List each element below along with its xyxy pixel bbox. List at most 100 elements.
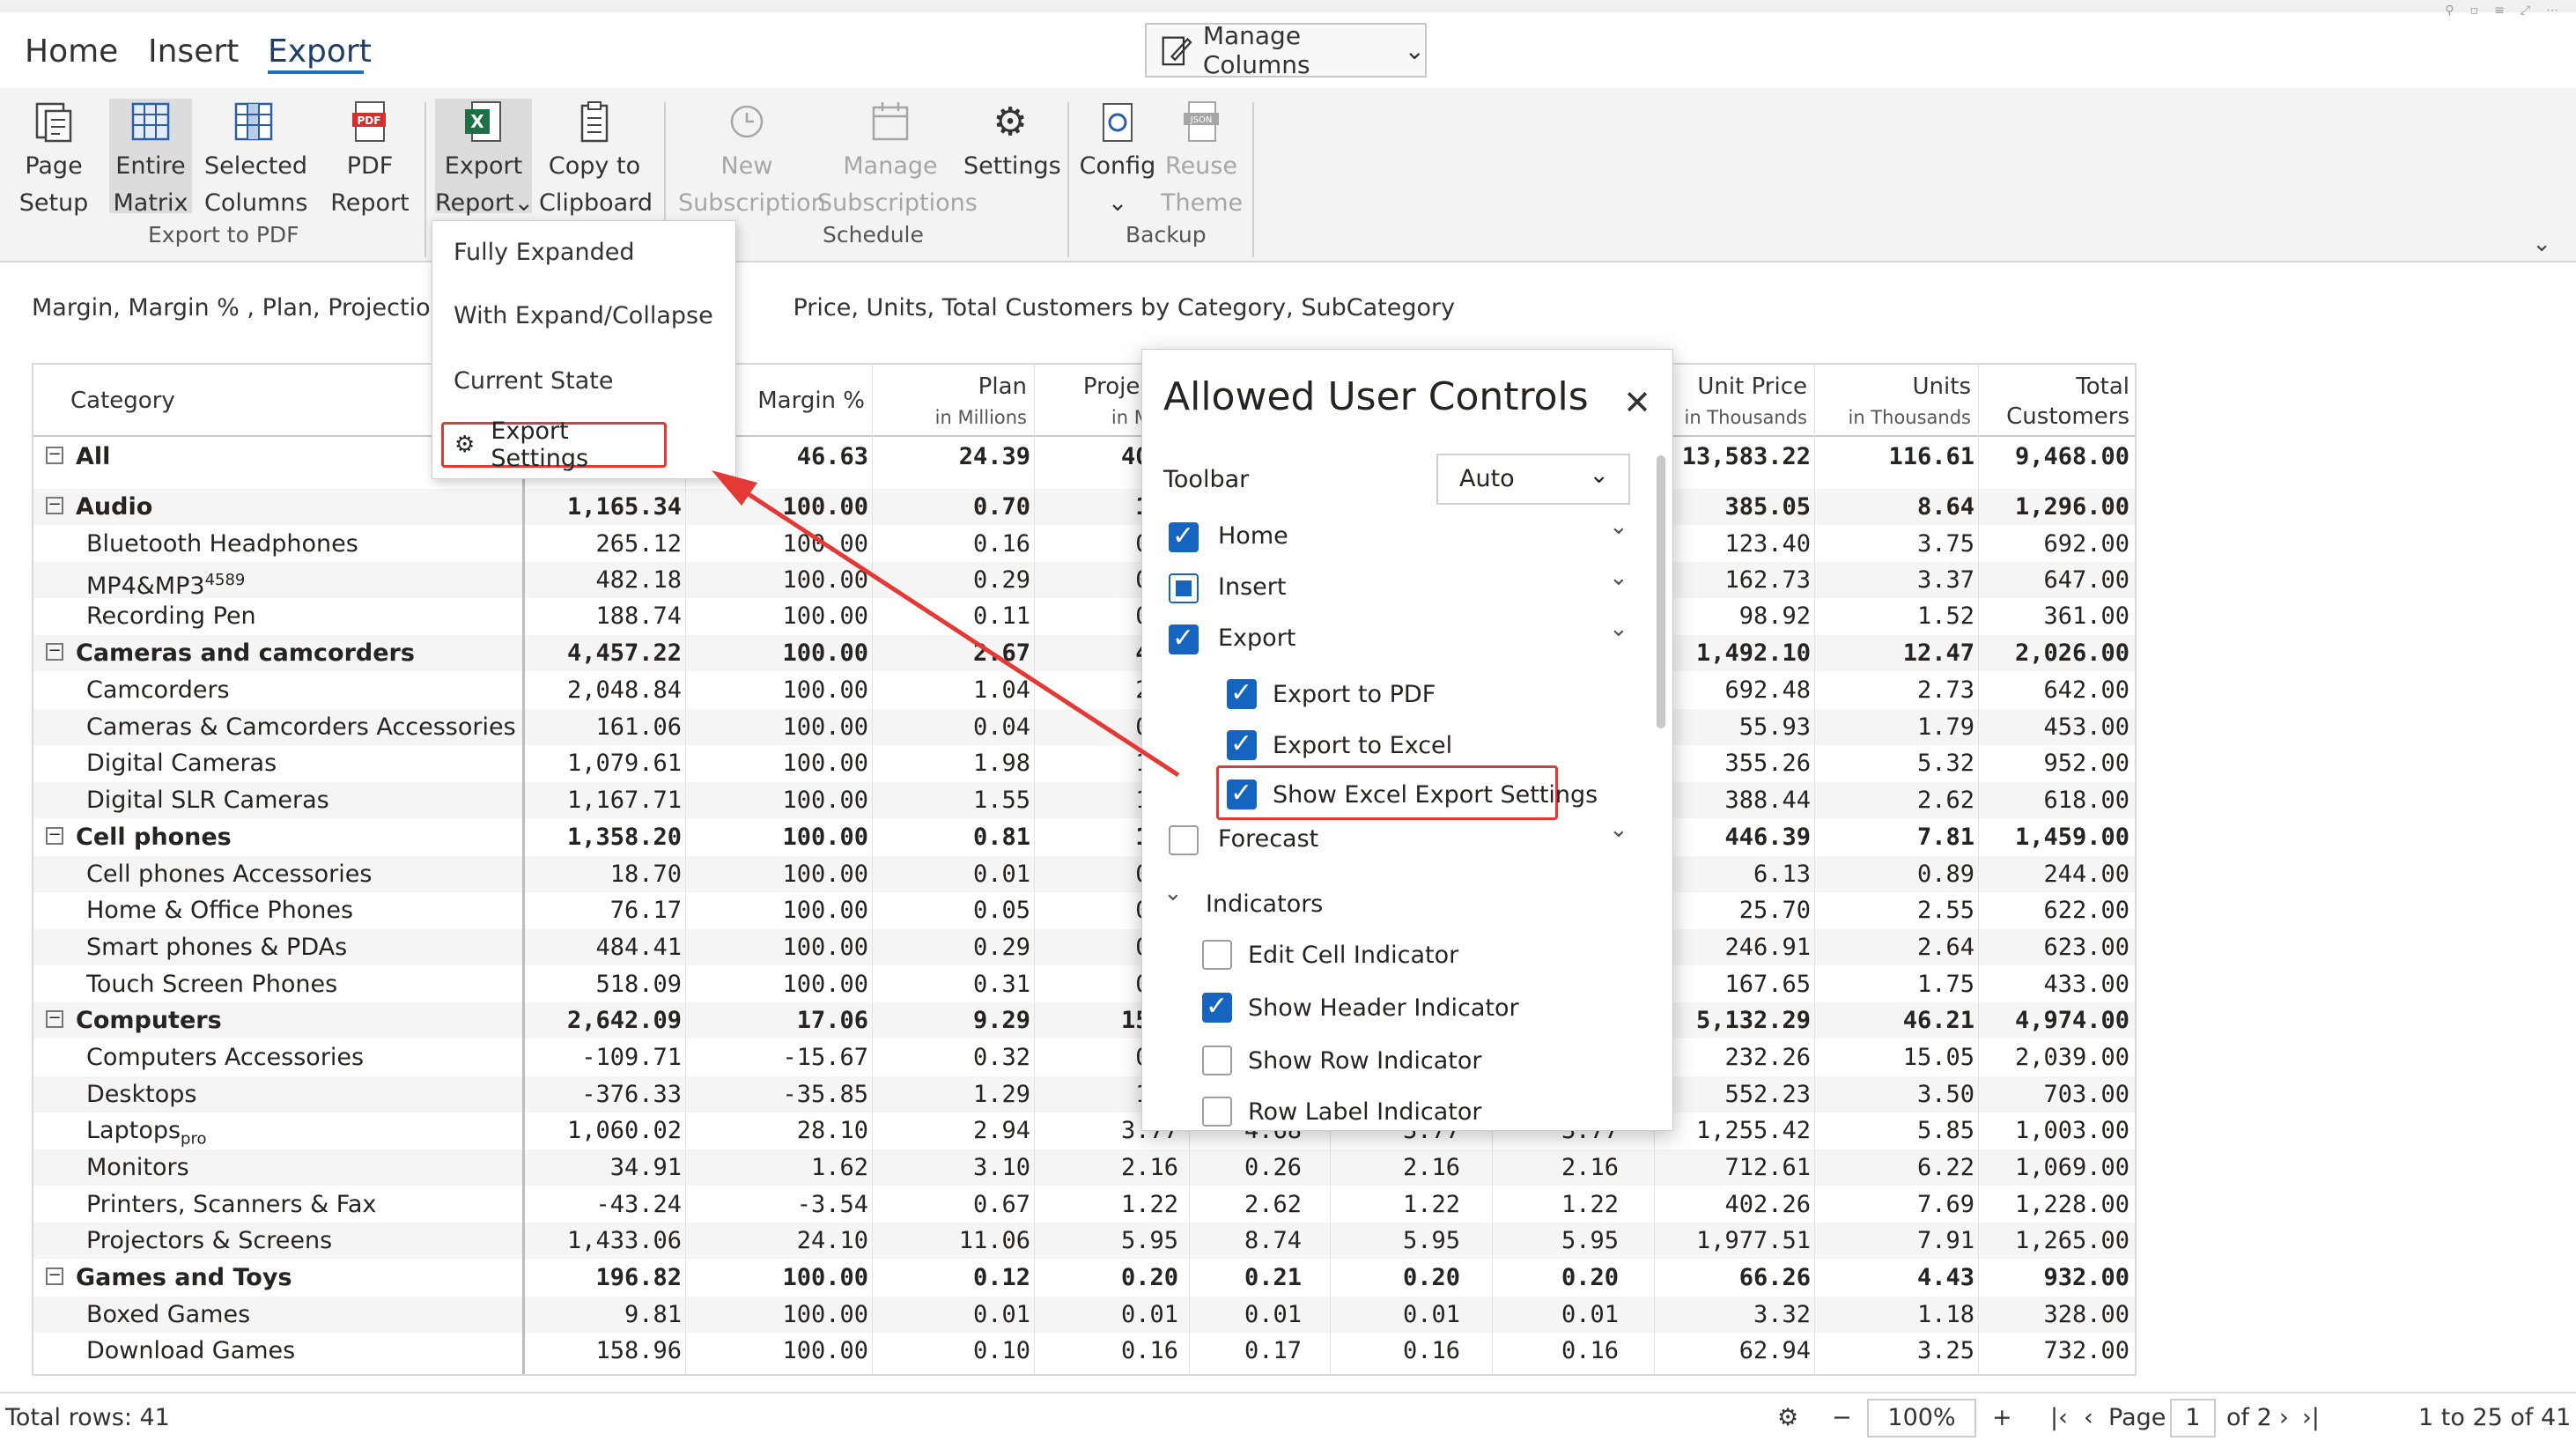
entire-matrix-button[interactable]: Entire Matrix <box>109 99 192 217</box>
manage-subscriptions-button[interactable]: Manage Subscriptions <box>817 99 978 222</box>
row-label-indicator-checkbox[interactable] <box>1202 1097 1232 1127</box>
table-row[interactable]: Laptopspro1,060.0228.102.943.774.683.773… <box>33 1112 2135 1149</box>
table-row[interactable]: −Cell phones1,358.20100.000.811.3446.397… <box>33 819 2135 855</box>
ribbon-separator <box>424 102 426 257</box>
table-row[interactable]: Boxed Games 9.81 100.00 0.01 0.01 0.01 0.01 0.0… <box>33 1297 2135 1333</box>
table-row[interactable]: Download Games 158.96 100.00 0.10 0.16 0.17 0.… <box>33 1333 2135 1369</box>
tab-export[interactable]: Export <box>268 33 372 70</box>
selected-columns-button[interactable]: Selected Columns <box>204 99 307 222</box>
table-row[interactable]: −Audio1,165.34100.000.701.1385.058.641,2… <box>33 489 2135 525</box>
zoom-out-button[interactable]: − <box>1832 1404 1852 1431</box>
header-total-customers[interactable]: Total Customers <box>1978 365 2135 437</box>
header-unit-price[interactable]: Unit Price in Thousands <box>1654 365 1814 437</box>
tab-home[interactable]: Home <box>25 33 118 70</box>
close-icon[interactable]: ✕ <box>1623 383 1651 422</box>
prev-page-icon[interactable]: ‹ <box>2084 1404 2093 1431</box>
last-page-icon[interactable]: ›| <box>2302 1404 2320 1431</box>
first-page-icon[interactable]: |‹ <box>2050 1404 2068 1431</box>
edit-cell-indicator-checkbox[interactable] <box>1202 940 1232 970</box>
more-icon[interactable]: ⋯ <box>2546 4 2558 18</box>
table-row[interactable]: − Games and Toys 196.82 100.00 0.12 0.20 0.21 0… <box>33 1260 2135 1296</box>
table-row[interactable]: Digital SLR Cameras1,167.71100.001.551.1… <box>33 782 2135 818</box>
chevron-down-icon[interactable]: ⌄ <box>1609 817 1628 843</box>
table-cell: 3.32 <box>1753 1301 1811 1328</box>
insert-checkbox[interactable] <box>1169 573 1199 603</box>
row-name: Download Games <box>86 1337 296 1364</box>
page-input[interactable]: 1 <box>2170 1399 2216 1437</box>
table-row[interactable]: Desktops-376.33-35.851.291.0552.233.5070… <box>33 1076 2135 1112</box>
collapse-icon[interactable]: − <box>46 446 63 464</box>
row-label: Home & Office Phones <box>33 892 522 928</box>
menu-item-expand-collapse[interactable]: With Expand/Collapse <box>454 302 713 329</box>
menu-item-fully-expanded[interactable]: Fully Expanded <box>454 239 634 266</box>
table-row[interactable]: Projectors & Screens 1,433.06 24.10 11.06 5.… <box>33 1223 2135 1259</box>
table-row[interactable]: −All46.6324.3940.613,583.22116.619,468.0… <box>33 439 2135 475</box>
copy-to-clipboard-button[interactable]: Copy to Clipboard <box>539 99 653 222</box>
home-checkbox[interactable] <box>1169 521 1199 552</box>
table-row[interactable]: Home & Office Phones76.17100.000.050.025… <box>33 892 2135 928</box>
pin-icon[interactable]: ⚲ <box>2445 4 2454 18</box>
table-row[interactable]: Smart phones & PDAs484.41100.000.290.424… <box>33 929 2135 965</box>
column-divider <box>522 365 525 1374</box>
table-row[interactable]: Digital Cameras1,079.61100.001.981.0355.… <box>33 745 2135 781</box>
export-checkbox[interactable] <box>1169 623 1199 654</box>
collapse-icon[interactable]: − <box>46 496 63 514</box>
pdf-report-button[interactable]: PDF PDF Report <box>326 99 414 222</box>
table-row[interactable]: Monitors 34.91 1.62 3.10 2.16 0.26 2.16 2.16 712… <box>33 1149 2135 1186</box>
menu-item-current-state[interactable]: Current State <box>454 367 613 395</box>
table-row[interactable]: −Computers2,642.0917.069.2915.45,132.294… <box>33 1002 2135 1038</box>
toolbar-select[interactable]: Auto ⌄ <box>1436 454 1630 505</box>
page-setup-button[interactable]: Page Setup <box>18 99 90 222</box>
export-pdf-checkbox[interactable] <box>1227 677 1257 709</box>
gear-icon[interactable]: ⚙ <box>1777 1404 1798 1431</box>
table-cell: 18.70 <box>609 861 682 888</box>
chevron-down-icon[interactable]: ⌄ <box>1609 514 1628 540</box>
show-row-indicator-checkbox[interactable] <box>1202 1046 1232 1075</box>
show-excel-settings-checkbox[interactable] <box>1227 778 1257 809</box>
forecast-checkbox[interactable] <box>1169 825 1199 855</box>
filter-icon[interactable]: ≡ <box>2494 4 2505 18</box>
chevron-down-icon[interactable]: ⌄ <box>1609 565 1628 591</box>
gear-icon: ⚙ <box>993 100 1028 144</box>
new-subscription-button[interactable]: New Subscription <box>678 99 826 222</box>
row-label: Monitors <box>33 1149 522 1186</box>
next-page-icon[interactable]: › <box>2279 1404 2289 1431</box>
header-units[interactable]: Units in Thousands <box>1814 365 1978 437</box>
collapse-icon[interactable]: − <box>46 1267 63 1285</box>
collapse-icon[interactable]: − <box>46 642 63 661</box>
zoom-input[interactable]: 100% <box>1867 1399 1976 1437</box>
table-cell: 2.64 <box>1916 934 1974 961</box>
menu-item-export-settings[interactable]: ⚙ Export Settings <box>441 418 667 472</box>
settings-button[interactable]: ⚙ Settings <box>963 99 1061 185</box>
manage-columns-button[interactable]: Manage Columns ⌄ <box>1145 21 1427 79</box>
table-row[interactable]: Cell phones Accessories18.70100.000.010.… <box>33 856 2135 892</box>
status-bar: Total rows: 41 ⚙ − 100% + |‹ ‹ Page 1 of… <box>0 1392 2576 1441</box>
table-row[interactable]: Camcorders2,048.84100.001.042.0692.482.7… <box>33 672 2135 708</box>
table-row[interactable]: Bluetooth Headphones265.12100.000.160.21… <box>33 526 2135 562</box>
tab-insert[interactable]: Insert <box>148 33 239 70</box>
copy-icon[interactable]: ▫ <box>2470 4 2479 18</box>
config-button[interactable]: Config ⌄ <box>1076 99 1159 222</box>
show-header-indicator-checkbox[interactable] <box>1202 991 1232 1023</box>
chevron-down-icon[interactable]: ⌄ <box>1163 880 1183 906</box>
table-cell: 2.62 <box>1244 1191 1302 1218</box>
table-row[interactable]: MP4&MP34589482.18100.000.290.4162.733.37… <box>33 562 2135 600</box>
table-row[interactable]: Cameras & Camcorders Accessories 161.06 10… <box>33 709 2135 745</box>
table-row[interactable]: Recording Pen188.74100.000.110.198.921.5… <box>33 598 2135 634</box>
chevron-down-icon[interactable]: ⌄ <box>1609 616 1628 642</box>
export-report-button[interactable]: X Export Report⌄ <box>435 99 534 217</box>
table-row[interactable]: Printers, Scanners & Fax -43.24 -3.54 0.67 1… <box>33 1186 2135 1223</box>
collapse-ribbon-icon[interactable]: ⌄ <box>2532 231 2551 257</box>
zoom-in-button[interactable]: + <box>1992 1404 2012 1431</box>
collapse-icon[interactable]: − <box>46 1009 63 1028</box>
reuse-theme-button[interactable]: JSON Reuse Theme <box>1161 99 1243 222</box>
table-row[interactable]: Computers Accessories-109.71-15.670.320.… <box>33 1039 2135 1075</box>
table-row[interactable]: Touch Screen Phones518.09100.000.310.516… <box>33 966 2135 1002</box>
table-cell: 76.17 <box>609 897 682 924</box>
table-row[interactable]: − Cameras and camcorders 4,457.22 100.00 2.6… <box>33 635 2135 671</box>
export-excel-checkbox[interactable] <box>1227 728 1257 760</box>
dialog-scrollbar[interactable] <box>1657 455 1665 728</box>
header-plan[interactable]: Plan in Millions <box>872 365 1034 437</box>
collapse-icon[interactable]: − <box>46 826 63 845</box>
focus-icon[interactable]: ⤢ <box>2521 4 2530 18</box>
